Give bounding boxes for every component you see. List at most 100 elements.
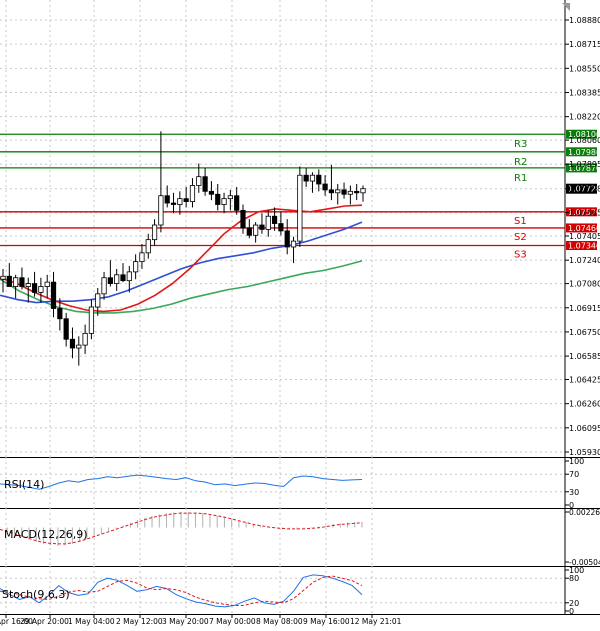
candle-body [297, 174, 303, 242]
price-tick-label: 1.06915 [569, 304, 600, 313]
stoch-tick-label: 80 [569, 574, 579, 583]
rsi-title: RSI(14) [4, 478, 44, 491]
candle-body [259, 224, 265, 230]
trading-chart: R3 1.08100 R2 1.07980 R1 1.07870 S1 1.07570 S2 1.… [0, 0, 600, 627]
rsi-line [0, 474, 363, 490]
candle [6, 263, 12, 287]
candle-body [196, 176, 202, 186]
candle-body [227, 195, 233, 200]
chart-canvas: R31.08100R21.07980R11.07870S11.07570S21.… [0, 0, 600, 626]
candle [309, 172, 316, 193]
candle-body [107, 277, 113, 284]
candle-body [322, 183, 328, 191]
candle [202, 167, 208, 196]
candle-body [25, 283, 31, 287]
price-tick-label: 1.07080 [569, 280, 600, 289]
candle [114, 268, 120, 291]
macd-tick-label: 0.002266 [569, 508, 600, 517]
candlesticks [0, 131, 366, 366]
price-tick-label: 1.06095 [569, 424, 600, 433]
candle [183, 186, 189, 208]
candle-body [246, 227, 252, 236]
candle-body [183, 198, 189, 202]
candle [50, 271, 57, 318]
candle-body [278, 223, 284, 232]
time-tick-label: 29 Apr 20:00 [20, 617, 69, 626]
time-tick-label: 12 May 21:01 [350, 617, 402, 626]
candle [253, 222, 259, 243]
candle [76, 336, 82, 366]
candle [240, 204, 246, 234]
candle [284, 219, 290, 255]
candle [38, 277, 44, 303]
candle [63, 312, 69, 347]
candle-body [151, 224, 158, 241]
candle [328, 164, 335, 201]
candle-body [101, 277, 107, 295]
candle-body [271, 215, 278, 224]
candle-body [341, 189, 347, 195]
candle [82, 324, 88, 354]
time-axis: 26 Apr 16:0029 Apr 20:001 May 04:002 May… [0, 614, 402, 626]
price-tick-label: 1.06260 [569, 400, 600, 409]
stoch-title: Stoch(9,6,3) [2, 588, 70, 601]
candle [101, 271, 107, 300]
candle-body [335, 189, 341, 194]
candle-body [290, 240, 297, 248]
candle-body [177, 198, 183, 205]
candle [208, 181, 215, 201]
price-tick-label: 1.08880 [569, 16, 600, 25]
candle [19, 267, 25, 290]
rsi-tick-label: 30 [569, 488, 579, 497]
candle-body [284, 230, 290, 248]
candle [107, 260, 113, 287]
candle [246, 219, 252, 239]
price-tick-label: 1.07240 [569, 256, 600, 265]
candle-body [57, 308, 63, 320]
candle-body [309, 174, 316, 182]
candle-body [139, 252, 145, 263]
candle-body [19, 277, 25, 287]
price-tick-label: 1.07565 [569, 209, 600, 218]
macd-title: MACD(12,26,9) [4, 528, 88, 541]
candle [158, 131, 164, 233]
candle-body [189, 185, 196, 202]
price-tick-label: 1.06425 [569, 376, 600, 385]
candle-body [6, 275, 12, 287]
stochastic-panel: 10080200 [0, 566, 584, 616]
price-tick-label: 1.07728 [569, 185, 600, 194]
candle-body [164, 195, 170, 204]
candle-body [170, 202, 177, 205]
candle [316, 169, 322, 192]
candle [151, 219, 158, 246]
candle-body [50, 281, 57, 309]
candle-body [328, 189, 335, 194]
candle [133, 254, 139, 280]
price-tick-label: 1.08060 [569, 136, 600, 145]
price-tick-label: 1.08220 [569, 113, 600, 122]
candle-body [240, 209, 246, 229]
candle-body [63, 318, 69, 340]
time-tick-label: 1 May 04:00 [68, 617, 115, 626]
level-name-s1: S1 [514, 216, 527, 227]
candle [13, 274, 19, 299]
time-tick-label: 7 May 00:00 [209, 617, 256, 626]
candle-body [69, 338, 76, 349]
price-axis: 1.08880 1.08715 1.08550 1.08385 1.08220 1.080… [565, 16, 600, 457]
candle-body [31, 283, 38, 293]
level-tag-label-r2: 1.07980 [568, 148, 600, 157]
candle-body [145, 239, 151, 254]
macd-panel: 0.002266-0.005046 [0, 508, 600, 567]
candle-body [303, 174, 309, 182]
candle [259, 213, 265, 234]
candle-body [38, 286, 44, 293]
corner-triangle-icon[interactable] [562, 3, 570, 11]
candle-body [76, 344, 82, 349]
candle [44, 274, 50, 299]
candle [88, 299, 95, 340]
candle [341, 182, 347, 199]
candle [265, 210, 271, 237]
time-tick-label: 8 May 08:00 [256, 617, 303, 626]
candle-body [44, 281, 50, 287]
candle [234, 186, 240, 215]
